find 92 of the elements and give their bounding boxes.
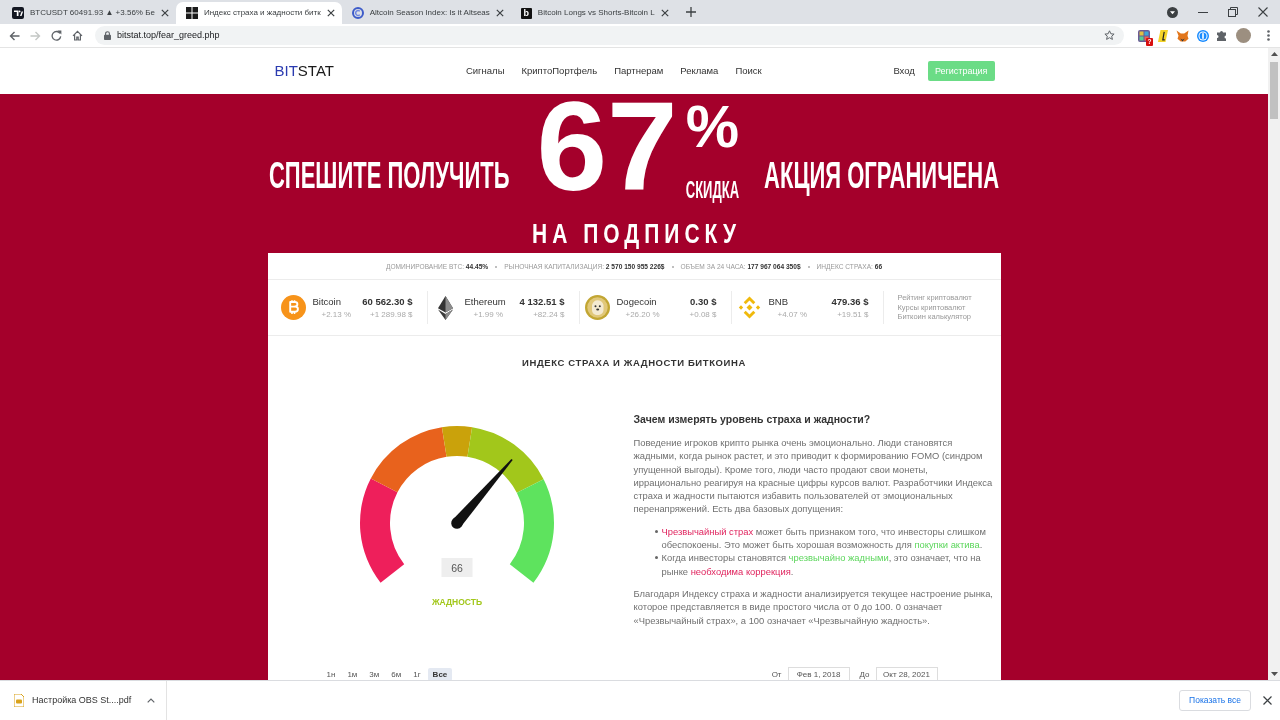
ring-icon[interactable] bbox=[1197, 29, 1209, 42]
address-bar[interactable]: bitstat.top/fear_greed.php bbox=[95, 26, 1124, 45]
date-label: От bbox=[771, 669, 782, 680]
extension-icon[interactable] bbox=[1138, 29, 1150, 42]
article-heading: Зачем измерять уровень страха и жадности? bbox=[633, 412, 872, 426]
close-icon[interactable] bbox=[326, 9, 335, 17]
promo-percent: % bbox=[685, 105, 740, 149]
promo-discount-label: СКИДКА bbox=[685, 178, 740, 202]
show-all-button[interactable]: Показать все bbox=[1179, 690, 1251, 711]
close-icon[interactable] bbox=[160, 9, 169, 17]
bullet-icon bbox=[654, 529, 658, 533]
coin-name[interactable]: Bitcoin bbox=[312, 295, 363, 307]
list-item-text: Чрезвычайный страх может быть признаком того, что инвесторы слишком обеспокоены. Это может быть хорошая возможность для покупки актива. bbox=[661, 524, 987, 552]
chevron-up-icon[interactable] bbox=[147, 698, 156, 703]
bullet-icon bbox=[654, 556, 658, 560]
coin-name[interactable]: Ethereum bbox=[464, 295, 520, 307]
site-logo[interactable]: BITSTAT bbox=[274, 62, 334, 80]
download-file-name[interactable]: Настройка OBS St....pdf bbox=[32, 695, 132, 706]
extension-icon[interactable] bbox=[1158, 29, 1168, 42]
promo-subtitle: НА ПОДПИСКУ bbox=[530, 220, 741, 249]
scroll-up-icon[interactable] bbox=[1270, 52, 1278, 56]
promo-headline: АКЦИЯ ОГРАНИЧЕНА bbox=[764, 157, 1000, 195]
range-button[interactable]: 1м bbox=[342, 667, 363, 680]
scrollbar-track[interactable] bbox=[1268, 48, 1280, 680]
coin-price: 60 562.30 $ bbox=[362, 295, 413, 307]
diamond-pattern-icon bbox=[736, 295, 762, 320]
plus-icon[interactable] bbox=[685, 7, 696, 17]
coin-change-percent: +4.07 % bbox=[776, 309, 808, 320]
favicon-icon: b bbox=[520, 7, 532, 19]
date-field[interactable]: Фев 1, 2018 bbox=[787, 666, 850, 680]
coin-price: 0.30 $ bbox=[689, 295, 717, 307]
gauge-value: 66 bbox=[441, 558, 472, 577]
close-icon[interactable] bbox=[1258, 7, 1268, 17]
browser-tab[interactable]: Индекс страха и жадности битк bbox=[175, 2, 342, 24]
favicon-icon bbox=[12, 7, 24, 19]
coin-change-amount: +82.24 $ bbox=[533, 309, 565, 320]
reload-icon[interactable] bbox=[51, 30, 62, 41]
coin-icon bbox=[280, 295, 306, 320]
date-label: До bbox=[859, 669, 870, 680]
section-title: ИНДЕКС СТРАХА И ЖАДНОСТИ БИТКОИНА bbox=[522, 357, 746, 368]
coin-change-percent: +2.13 % bbox=[320, 309, 352, 320]
fox-icon[interactable] bbox=[1176, 29, 1189, 42]
close-icon[interactable] bbox=[495, 9, 504, 17]
gauge-label: ЖАДНОСТЬ bbox=[431, 597, 482, 607]
nav-link[interactable]: Партнерам bbox=[614, 65, 664, 77]
promo-headline: СПЕШИТЕ ПОЛУЧИТЬ bbox=[268, 157, 510, 195]
ring-icon bbox=[351, 7, 364, 19]
range-button[interactable]: 1н bbox=[321, 667, 341, 680]
coin-change-percent: +1.99 % bbox=[472, 309, 504, 320]
promo-number: 67 bbox=[536, 100, 678, 193]
star-icon[interactable] bbox=[1104, 30, 1115, 41]
nav-link[interactable]: Реклама bbox=[680, 65, 719, 77]
article-paragraph: Благодаря Индексу страха и жадности анализируется текущее настроение рынка, которое представляется в виде простого числа от 0 до 100. 0 означает «Чрезвычайный страх», а 100 означает «Чрезвычайную жадность». bbox=[633, 586, 994, 627]
dog-coin-icon bbox=[584, 295, 610, 320]
close-icon[interactable] bbox=[1263, 696, 1272, 705]
home-icon[interactable] bbox=[72, 30, 83, 41]
coin-change-amount: +1 289.98 $ bbox=[370, 309, 413, 320]
list-item-text: Когда инвесторы становятся чрезвычайно жадными, это означает, что на рынке необходима коррекция. bbox=[661, 551, 982, 578]
article-paragraph: Поведение игроков крипто рынка очень эмоционально. Люди становятся жадными, когда рынок растет, и это приводит к формированию FOMO (синдром упущенной выгоды). Кроме того, люди часто продают свои монеты, иррационально реагируя на красные цифры курсов валют. Разработчики Индекса страха и жадности пытаются избавить пользователей от эмоциональных перенапряжений. Есть два базовых допущения: bbox=[633, 436, 994, 516]
browser-tab[interactable]: b Bitcoin Longs vs Shorts-Bitcoin L bbox=[510, 2, 676, 24]
coin-change-percent: +26.20 % bbox=[624, 309, 660, 320]
close-icon[interactable] bbox=[660, 9, 669, 17]
scroll-down-icon[interactable] bbox=[1270, 672, 1278, 676]
range-button[interactable]: 1г bbox=[408, 667, 426, 680]
browser-tab[interactable]: Altcoin Season Index: Is it Altseas bbox=[341, 2, 511, 24]
nav-link[interactable]: Сигналы bbox=[465, 65, 505, 77]
login-link[interactable]: Вход bbox=[893, 65, 915, 77]
coin-price: 4 132.51 $ bbox=[519, 295, 565, 307]
coin-change-amount: +19.51 $ bbox=[837, 309, 869, 320]
lock-icon bbox=[104, 31, 111, 40]
nav-link[interactable]: КриптоПортфель bbox=[521, 65, 598, 77]
nav-link[interactable]: Поиск bbox=[735, 65, 762, 77]
scrollbar-thumb[interactable] bbox=[1270, 62, 1278, 119]
back-icon[interactable] bbox=[9, 30, 20, 41]
date-field[interactable]: Окт 28, 2021 bbox=[875, 666, 938, 680]
restore-icon[interactable] bbox=[1228, 7, 1238, 17]
menu-icon[interactable] bbox=[1267, 30, 1270, 41]
browser-tab[interactable]: BTCUSDT 60491.93 ▲ +3.56% Бе bbox=[2, 2, 176, 24]
puzzle-icon[interactable] bbox=[1217, 30, 1228, 41]
coin-price: 479.36 $ bbox=[831, 295, 869, 307]
coin-name[interactable]: BNB bbox=[768, 295, 832, 307]
range-button[interactable]: 3м bbox=[364, 667, 385, 680]
coin-name[interactable]: Dogecoin bbox=[616, 295, 690, 307]
minimize-icon[interactable] bbox=[1198, 11, 1208, 13]
avatar-icon[interactable] bbox=[1236, 28, 1251, 43]
coin-change-amount: +0.08 $ bbox=[689, 309, 717, 320]
dropdown-icon[interactable] bbox=[1167, 6, 1178, 18]
range-button[interactable]: Все bbox=[427, 667, 453, 680]
range-button[interactable]: 6м bbox=[386, 667, 407, 680]
octahedron-icon bbox=[437, 295, 453, 320]
document-icon bbox=[14, 694, 24, 707]
grid-icon bbox=[185, 7, 198, 19]
